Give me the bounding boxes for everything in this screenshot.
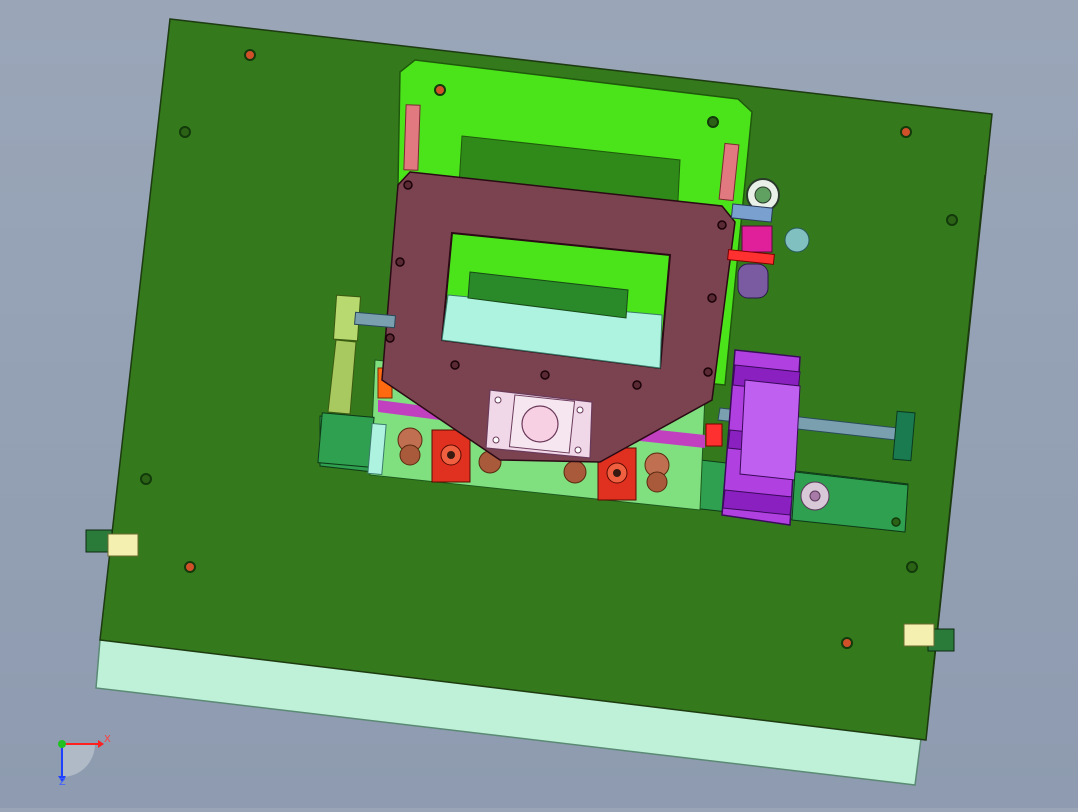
right-rail-block[interactable]: [892, 410, 916, 462]
screw: [841, 637, 853, 649]
screw: [540, 370, 550, 380]
nut: [563, 460, 587, 484]
pink-rail-left: [403, 104, 421, 171]
nut: [646, 471, 668, 493]
drum-assembly[interactable]: [721, 349, 801, 526]
screw: [707, 116, 719, 128]
mount-bore: [521, 405, 559, 443]
screw: [450, 360, 460, 370]
mount-hole: [494, 396, 502, 404]
triad-x-label: X: [104, 734, 111, 745]
gauge-dial: [754, 186, 772, 204]
screw: [184, 561, 196, 573]
mount-hole: [576, 406, 584, 414]
screw: [946, 214, 958, 226]
screw: [906, 561, 918, 573]
screw: [717, 220, 727, 230]
triad-sphere: [62, 744, 95, 777]
red-stop-right: [705, 423, 723, 447]
wheel-hub: [809, 490, 821, 502]
screw: [140, 473, 152, 485]
drum-ring: [739, 379, 801, 481]
fixture-hole-inner: [447, 451, 455, 459]
screw: [244, 49, 256, 61]
valve-knob: [784, 227, 810, 253]
screw: [632, 380, 642, 390]
valve-body: [741, 225, 773, 253]
mount-hole: [574, 446, 582, 454]
fixture-hole-inner: [613, 469, 621, 477]
left-end-block[interactable]: [317, 412, 375, 468]
screw: [179, 126, 191, 138]
mount-hole: [492, 436, 500, 444]
cad-viewport[interactable]: X Z: [0, 0, 1078, 808]
screw: [891, 517, 901, 527]
side-handle-left-cap: [107, 533, 139, 557]
triad-origin: [58, 740, 66, 748]
triad-z-label: Z: [59, 777, 66, 788]
screw: [403, 180, 413, 190]
screw: [434, 84, 446, 96]
side-handle-right-cap: [903, 623, 935, 647]
valve-lower: [737, 263, 769, 299]
nut: [399, 444, 421, 466]
screw: [707, 293, 717, 303]
cylinder-mount[interactable]: [485, 389, 593, 459]
screw: [900, 126, 912, 138]
screw: [703, 367, 713, 377]
view-triad[interactable]: [58, 740, 104, 782]
cad-model-svg[interactable]: [0, 0, 1078, 808]
screw: [395, 257, 405, 267]
screw: [385, 333, 395, 343]
